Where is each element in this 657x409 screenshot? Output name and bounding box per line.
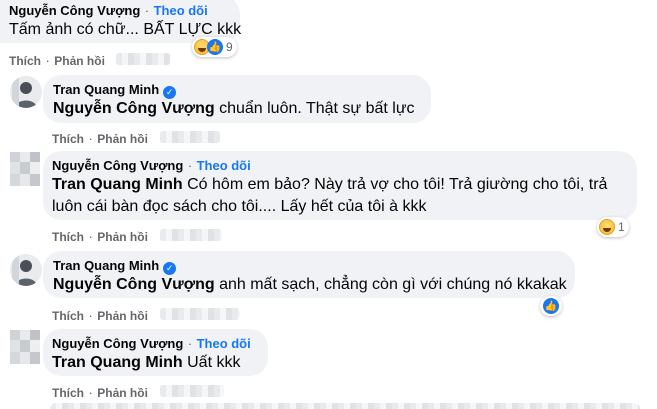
reaction-count: 1 bbox=[618, 220, 625, 234]
reaction-summary[interactable]: 👍 bbox=[540, 296, 562, 316]
comment-text: anh mất sạch, chẳng còn gì với chúng nó … bbox=[214, 276, 567, 293]
comment-actions: Thích · Phản hồi bbox=[52, 307, 148, 325]
like-reaction-icon: 👍 bbox=[543, 298, 559, 314]
comment-author[interactable]: Nguyễn Công Vượng bbox=[52, 336, 183, 351]
comment-actions: Thích · Phản hồi bbox=[9, 52, 105, 70]
separator: · bbox=[187, 336, 193, 351]
separator: · bbox=[88, 308, 93, 323]
like-link[interactable]: Thích bbox=[52, 132, 84, 146]
comment-actions: Thích · Phản hồi bbox=[52, 228, 148, 246]
mention-link[interactable]: Tran Quang Minh bbox=[52, 354, 183, 371]
reply-link[interactable]: Phản hồi bbox=[97, 230, 148, 244]
comment-text-row: Nguyễn Công Vượng anh mất sạch, chẳng cò… bbox=[53, 274, 567, 295]
reply-link[interactable]: Phản hồi bbox=[54, 54, 105, 68]
mention-link[interactable]: Nguyễn Công Vượng bbox=[53, 100, 215, 117]
like-link[interactable]: Thích bbox=[52, 309, 84, 323]
blurred-comment-bubble bbox=[50, 403, 640, 409]
comment-author[interactable]: Tran Quang Minh bbox=[53, 82, 159, 97]
like-link[interactable]: Thích bbox=[52, 386, 84, 400]
avatar[interactable] bbox=[10, 254, 42, 286]
reply-link[interactable]: Phản hồi bbox=[97, 309, 148, 323]
reaction-summary[interactable]: 👍 9 bbox=[192, 37, 237, 57]
blurred-avatar[interactable] bbox=[10, 330, 40, 364]
like-link[interactable]: Thích bbox=[9, 54, 41, 68]
comment-text-row: Tran Quang Minh Uất kkk bbox=[52, 352, 240, 373]
comment-text: chuẩn luôn. Thật sự bất lực bbox=[214, 100, 415, 117]
separator: · bbox=[88, 131, 93, 146]
comment-author[interactable]: Tran Quang Minh bbox=[53, 258, 159, 273]
separator: · bbox=[88, 229, 93, 244]
reaction-count: 9 bbox=[226, 40, 233, 54]
comment-text-row: Nguyễn Công Vượng chuẩn luôn. Thật sự bấ… bbox=[53, 98, 415, 119]
comment-text-row: Tran Quang Minh Có hôm em bảo? Này trả v… bbox=[52, 174, 607, 195]
blurred-avatar[interactable] bbox=[10, 152, 40, 186]
mention-link[interactable]: Nguyễn Công Vượng bbox=[53, 276, 215, 293]
haha-reaction-icon bbox=[599, 219, 615, 235]
avatar[interactable] bbox=[10, 76, 42, 108]
reply-link[interactable]: Phản hồi bbox=[97, 132, 148, 146]
comment-text: Có hôm em bảo? Này trả vợ cho tôi! Trả g… bbox=[182, 176, 608, 193]
comment-text: luôn cái bàn đọc sách cho tôi.... Lấy hế… bbox=[52, 198, 427, 215]
blurred-timestamp bbox=[160, 308, 240, 320]
comment-bubble: Tran Quang Minh ✓ Nguyễn Công Vượng chuẩn… bbox=[43, 75, 431, 123]
blurred-timestamp bbox=[160, 229, 222, 241]
comment-actions: Thích · Phản hồi bbox=[52, 130, 148, 148]
comment-bubble: Tran Quang Minh ✓ Nguyễn Công Vượng anh m… bbox=[43, 251, 575, 298]
like-link[interactable]: Thích bbox=[52, 230, 84, 244]
comment-bubble: Nguyễn Công Vượng · Theo dõi Tran Quang … bbox=[43, 329, 268, 376]
separator: · bbox=[45, 53, 50, 68]
avatar-photo bbox=[10, 254, 42, 286]
avatar-photo bbox=[10, 76, 42, 108]
blurred-timestamp bbox=[160, 385, 224, 397]
reply-link[interactable]: Phản hồi bbox=[97, 386, 148, 400]
blurred-timestamp bbox=[160, 131, 220, 143]
follow-link[interactable]: Theo dõi bbox=[154, 3, 208, 18]
follow-link[interactable]: Theo dõi bbox=[197, 336, 251, 351]
separator: · bbox=[187, 158, 193, 173]
comment-author[interactable]: Nguyễn Công Vượng bbox=[9, 3, 140, 18]
follow-link[interactable]: Theo dõi bbox=[197, 158, 251, 173]
comment-text: Uất kkk bbox=[182, 354, 241, 371]
mention-link[interactable]: Tran Quang Minh bbox=[52, 176, 183, 193]
separator: · bbox=[144, 3, 150, 18]
separator: · bbox=[88, 385, 93, 400]
comment-actions: Thích · Phản hồi bbox=[52, 384, 148, 402]
comment-bubble: Nguyễn Công Vượng · Theo dõi Tran Quang … bbox=[43, 151, 637, 220]
comment-author[interactable]: Nguyễn Công Vượng bbox=[52, 158, 183, 173]
reaction-summary[interactable]: 1 bbox=[597, 217, 629, 237]
like-reaction-icon: 👍 bbox=[207, 39, 223, 55]
blurred-timestamp bbox=[116, 53, 170, 65]
